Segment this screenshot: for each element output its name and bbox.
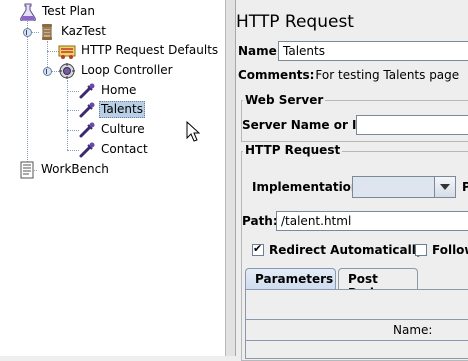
tree-node-test-plan[interactable]: Test Plan [19,2,97,21]
panel-title: HTTP Request [236,12,354,32]
redirect-checkbox[interactable]: ✔ [252,242,264,256]
implementation-label: Implementation: [252,180,365,194]
test-plan-tree[interactable]: Test Plan KazTest HTTP Request Defaults [0,0,226,356]
tree-node-thread-group[interactable]: KazTest [38,22,108,41]
tree-node-label: Home [101,83,137,97]
tree-node-workbench[interactable]: WorkBench [18,160,111,179]
comments-input[interactable]: For testing Talents page [315,68,459,82]
pipette-icon [78,82,96,100]
tree-node-label: Contact [101,142,148,156]
tree-node-label: WorkBench [41,162,109,176]
workbench-icon [18,161,36,179]
implementation-row: Implementation: [236,176,364,198]
path-input[interactable]: /talent.html [276,211,468,231]
implementation-select[interactable] [352,176,456,198]
chevron-down-icon[interactable] [434,177,455,197]
name-row: Name: [236,40,282,62]
config-element-icon [58,42,76,60]
pipette-icon [78,141,96,159]
tree-node-loop-controller[interactable]: Loop Controller [58,61,175,80]
tab-post-body[interactable]: Post Body [338,268,418,300]
mouse-cursor-icon [186,121,200,142]
follow-row: Follow [415,239,468,261]
redirect-label: Redirect Automatically [269,243,424,257]
redirect-row: ✔ Redirect Automatically [252,239,424,261]
parameters-table-header-row: Name: [246,319,468,341]
http-request-group-title: HTTP Request [243,143,343,157]
split-pane-divider[interactable] [226,0,236,356]
thread-group-icon [38,23,56,41]
server-name-input[interactable] [356,115,468,135]
name-column-header[interactable]: Name: [393,323,432,337]
tree-node-label: Culture [101,122,145,136]
name-label: Name: [238,44,282,58]
path-label: Path: [242,214,278,228]
comments-row: Comments: For testing Talents page [236,64,459,86]
path-row: Path: [236,210,278,232]
http-request-panel: HTTP Request Name: Talents Comments: For… [236,0,468,361]
tree-node-label: KazTest [61,24,106,38]
server-row: Server Name or IP: [236,114,370,136]
tree-node-label: Test Plan [42,4,95,18]
tree-node-sampler-culture[interactable]: Culture [78,120,147,139]
loop-controller-icon [58,62,76,80]
pipette-icon [78,121,96,139]
collapse-toggle-thread-group[interactable] [23,28,32,37]
server-label: Server Name or IP: [242,118,371,132]
web-server-title: Web Server [243,93,326,107]
protocol-label: P [462,180,468,194]
test-plan-icon [19,3,37,21]
tree-node-label: HTTP Request Defaults [81,43,219,57]
tree-node-sampler-home[interactable]: Home [78,81,138,100]
tree-node-label-selected: Talents [99,101,145,118]
collapse-toggle-loop-controller[interactable] [43,67,52,76]
comments-label: Comments: [238,68,315,82]
follow-redirects-checkbox[interactable] [415,244,427,256]
tree-node-sampler-talents[interactable]: Talents [78,100,145,119]
check-icon: ✔ [253,242,263,255]
tree-node-label: Loop Controller [81,63,173,77]
tab-parameters[interactable]: Parameters [245,268,336,290]
pipette-icon [78,101,96,119]
follow-label: Follow [432,243,468,257]
tree-node-sampler-contact[interactable]: Contact [78,140,150,159]
tree-node-http-defaults[interactable]: HTTP Request Defaults [58,41,220,60]
name-input[interactable]: Talents [278,41,468,61]
